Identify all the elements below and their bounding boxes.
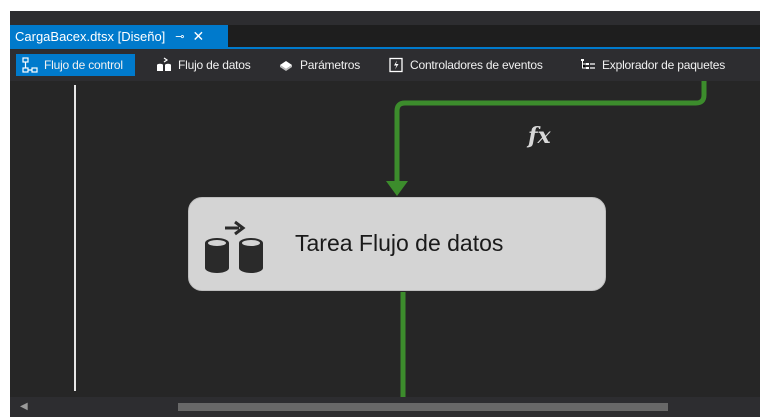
tab-parameters-label: Parámetros [300,58,361,72]
fx-expression-icon[interactable]: fx [526,123,551,149]
ssis-designer-window: CargaBacex.dtsx [Diseño] ⊸ ✕ Flujo de co… [10,11,760,417]
tab-event-handlers-label: Controladores de eventos [410,58,543,72]
tab-package-explorer[interactable]: Explorador de paquetes [580,54,725,76]
window-top-strip [10,11,760,25]
svg-text:fx: fx [526,123,551,149]
control-flow-icon [22,57,38,73]
constraint-arrowhead [386,181,408,196]
event-handlers-icon [388,57,404,73]
horizontal-scrollbar[interactable]: ◀ [10,397,760,417]
data-flow-icon [156,57,172,73]
design-surface[interactable]: fx Tarea Flujo de datos [10,81,760,397]
document-tab-title: CargaBacex.dtsx [Diseño] [15,28,166,44]
data-flow-task-icon [201,218,273,274]
pin-icon[interactable]: ⊸ [175,30,184,43]
data-flow-task[interactable]: Tarea Flujo de datos [188,197,606,291]
close-icon[interactable]: ✕ [193,28,205,45]
tab-control-flow[interactable]: Flujo de control [16,54,135,76]
designer-tabs-bar: Flujo de control Flujo de datos Parámetr… [10,49,760,81]
tab-data-flow[interactable]: Flujo de datos [156,54,251,76]
scroll-left-icon[interactable]: ◀ [20,401,32,413]
package-explorer-icon [580,57,596,73]
tab-event-handlers[interactable]: Controladores de eventos [388,54,543,76]
tab-control-flow-label: Flujo de control [44,58,123,72]
tab-data-flow-label: Flujo de datos [178,58,251,72]
tab-package-explorer-label: Explorador de paquetes [602,58,726,72]
parameters-icon [278,57,294,73]
scrollbar-thumb[interactable] [178,403,668,411]
document-tab[interactable]: CargaBacex.dtsx [Diseño] ⊸ ✕ [10,25,228,47]
task-label: Tarea Flujo de datos [295,230,504,256]
tab-parameters[interactable]: Parámetros [278,54,360,76]
